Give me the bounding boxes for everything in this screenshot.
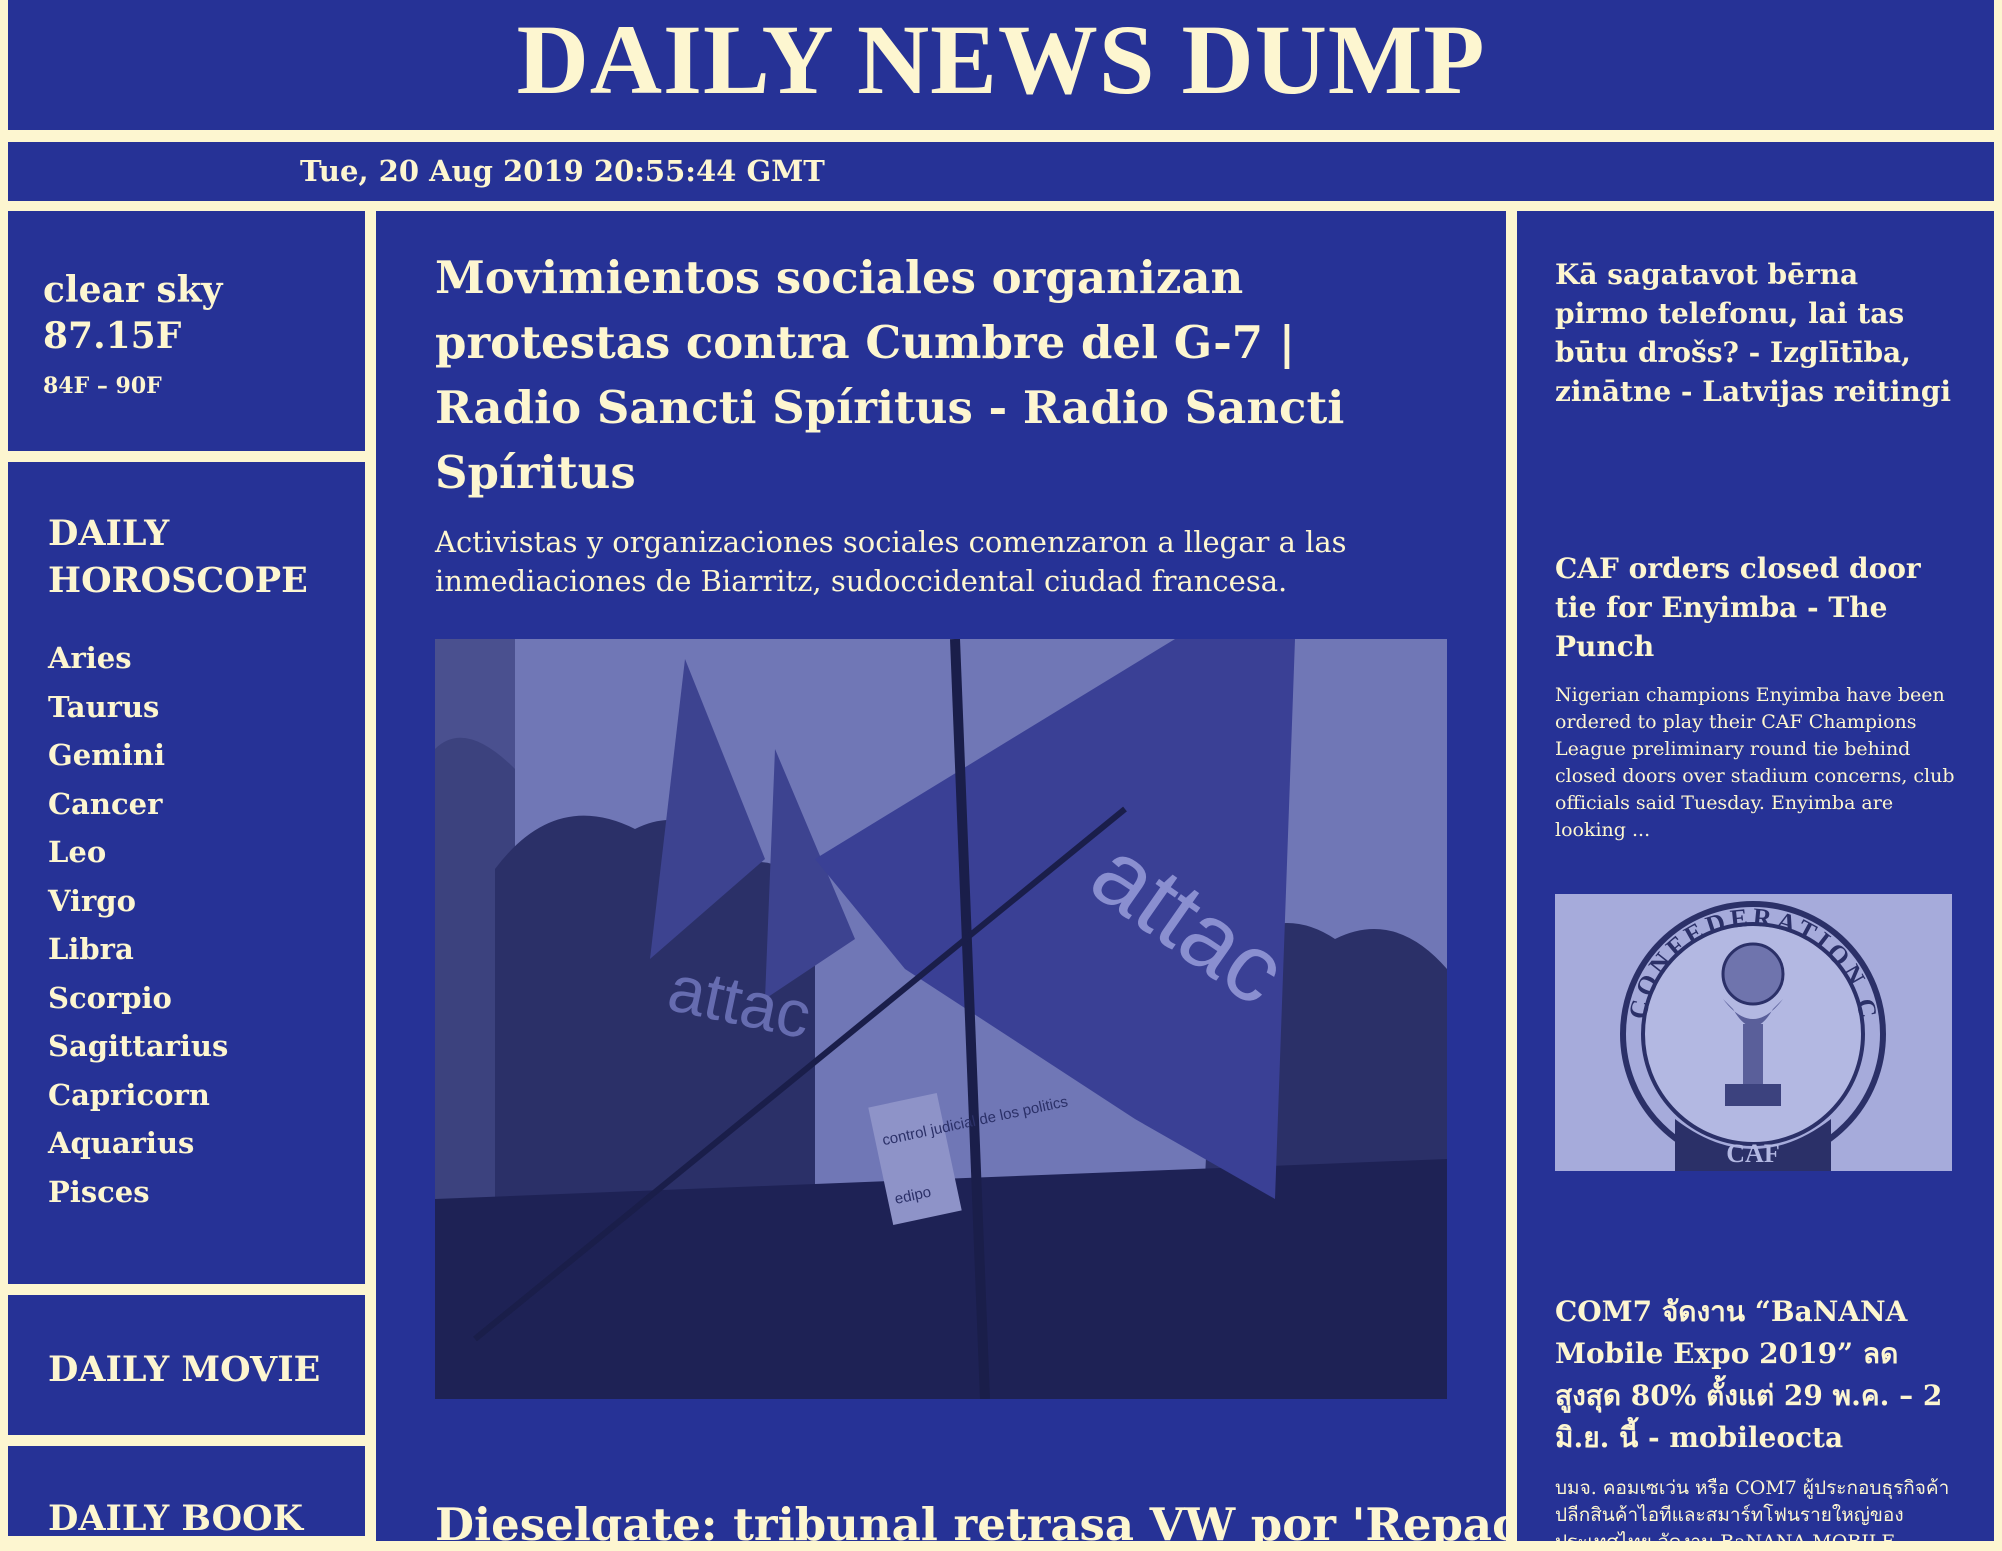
horoscope-sign-virgo[interactable]: Virgo (48, 877, 365, 926)
story-headline[interactable]: CAF orders closed door tie for Enyimba -… (1555, 549, 1955, 666)
second-story-headline[interactable]: Dieselgate: tribunal retrasa VW por 'Rep… (435, 1498, 1595, 1551)
horoscope-sign-libra[interactable]: Libra (48, 925, 365, 974)
weather-temperature: 87.15F (43, 315, 182, 357)
horoscope-sign-capricorn[interactable]: Capricorn (48, 1071, 365, 1120)
horoscope-panel: DAILY HOROSCOPE Aries Taurus Gemini Canc… (8, 462, 365, 1284)
movie-title[interactable]: DAILY MOVIE (48, 1349, 365, 1390)
horoscope-sign-scorpio[interactable]: Scorpio (48, 974, 365, 1023)
current-date: Tue, 20 Aug 2019 20:55:44 GMT (300, 154, 825, 188)
masthead: DAILY NEWS DUMP (8, 0, 1994, 130)
lead-headline[interactable]: Movimientos sociales organizan protestas… (435, 245, 1445, 505)
story-summary: Nigerian champions Enyimba have been ord… (1555, 684, 1955, 841)
horoscope-sign-aries[interactable]: Aries (48, 634, 365, 683)
caf-base-text: CAF (1726, 1139, 1779, 1168)
horoscope-sign-sagittarius[interactable]: Sagittarius (48, 1022, 365, 1071)
horoscope-sign-taurus[interactable]: Taurus (48, 683, 365, 732)
story-headline[interactable]: COM7 จัดงาน “BaNANA Mobile Expo 2019” ลด… (1555, 1291, 1955, 1459)
right-column: Kā sagatavot bērna pirmo telefonu, lai t… (1517, 211, 1994, 1541)
horoscope-sign-gemini[interactable]: Gemini (48, 731, 365, 780)
lead-summary: Activistas y organizaciones sociales com… (435, 525, 1347, 598)
second-headline-text: Dieselgate: tribunal retrasa VW por 'Rep… (435, 1498, 1596, 1551)
story-caf: CAF orders closed door tie for Enyimba -… (1555, 549, 1994, 1171)
horoscope-list: Aries Taurus Gemini Cancer Leo Virgo Lib… (48, 634, 365, 1216)
lead-story: Movimientos sociales organizan protestas… (376, 211, 1506, 1541)
weather-condition: clear sky (43, 269, 223, 311)
weather-range: 84F – 90F (43, 373, 162, 399)
lead-image[interactable]: attac attac control judicial de los poli… (435, 639, 1447, 1399)
caf-cup-image[interactable]: CONFEDERATION CUP CAF (1555, 894, 1952, 1171)
book-panel: DAILY BOOK (8, 1446, 365, 1539)
story-summary: บมจ. คอมเซเว่น หรือ COM7 ผู้ประกอบธุรกิจ… (1555, 1477, 1950, 1541)
story-headline[interactable]: Kā sagatavot bērna pirmo telefonu, lai t… (1555, 255, 1955, 411)
horoscope-title: DAILY HOROSCOPE (48, 513, 308, 601)
protest-photo: attac attac control judicial de los poli… (435, 639, 1447, 1399)
movie-panel: DAILY MOVIE (8, 1295, 365, 1435)
date-bar: Tue, 20 Aug 2019 20:55:44 GMT (8, 142, 1994, 201)
horoscope-sign-leo[interactable]: Leo (48, 828, 365, 877)
weather-widget: clear sky 87.15F 84F – 90F (8, 211, 365, 451)
story-com7: COM7 จัดงาน “BaNANA Mobile Expo 2019” ลด… (1555, 1291, 1994, 1541)
book-title[interactable]: DAILY BOOK (48, 1498, 365, 1539)
horoscope-sign-aquarius[interactable]: Aquarius (48, 1119, 365, 1168)
horoscope-sign-cancer[interactable]: Cancer (48, 780, 365, 829)
caf-logo: CONFEDERATION CUP CAF (1555, 894, 1952, 1171)
horoscope-sign-pisces[interactable]: Pisces (48, 1168, 365, 1217)
story-latvian: Kā sagatavot bērna pirmo telefonu, lai t… (1555, 255, 1994, 549)
site-title: DAILY NEWS DUMP (516, 3, 1486, 115)
